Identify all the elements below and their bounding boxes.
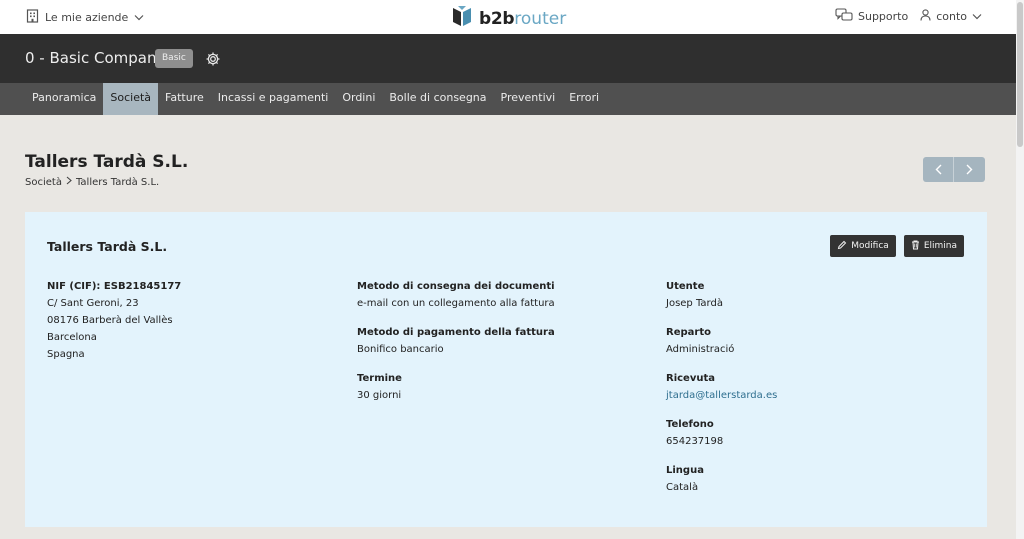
delivery-payment-column: Metodo di consegna dei documenti e-mail … bbox=[357, 278, 555, 416]
postal-city: 08176 Barberà del Vallès bbox=[47, 315, 173, 326]
brand-router: router bbox=[514, 9, 567, 29]
nav-incassi-pagamenti[interactable]: Incassi e pagamenti bbox=[211, 83, 336, 115]
breadcrumb: Società Tallers Tardà S.L. bbox=[25, 176, 159, 188]
scrollbar[interactable] bbox=[1016, 0, 1024, 539]
company-detail-card: Tallers Tardà S.L. Modifica Elimina NIF … bbox=[25, 212, 987, 527]
nif: NIF (CIF): ESB21845177 bbox=[47, 281, 182, 292]
my-companies-menu[interactable]: Le mie aziende bbox=[26, 9, 144, 26]
field-label: Telefono bbox=[666, 419, 714, 430]
support-label: Supporto bbox=[857, 10, 909, 23]
breadcrumb-societa[interactable]: Società bbox=[25, 177, 62, 188]
field-label: Utente bbox=[666, 281, 705, 292]
field-user: Utente Josep Tardà bbox=[666, 278, 777, 312]
building-icon bbox=[26, 9, 39, 26]
field-phone: Telefono 654237198 bbox=[666, 416, 777, 450]
field-department: Reparto Administració bbox=[666, 324, 777, 358]
street: C/ Sant Geroni, 23 bbox=[47, 298, 139, 309]
nav-societa[interactable]: Società bbox=[103, 83, 159, 115]
nav-panoramica[interactable]: Panoramica bbox=[25, 83, 103, 115]
next-button[interactable] bbox=[954, 157, 985, 182]
field-payment-method: Metodo di pagamento della fattura Bonifi… bbox=[357, 324, 555, 358]
chat-bubbles-icon bbox=[835, 8, 853, 25]
address-column: NIF (CIF): ESB21845177 C/ Sant Geroni, 2… bbox=[47, 278, 181, 363]
nav-errori[interactable]: Errori bbox=[562, 83, 606, 115]
delete-label: Elimina bbox=[923, 241, 957, 251]
page-title: Tallers Tardà S.L. bbox=[25, 152, 189, 172]
field-label: Ricevuta bbox=[666, 373, 716, 384]
field-label: Reparto bbox=[666, 327, 711, 338]
field-value: e-mail con un collegamento alla fattura bbox=[357, 298, 555, 309]
support-link[interactable]: Supporto bbox=[835, 8, 908, 25]
chevron-right-icon bbox=[966, 160, 973, 179]
contact-column: Utente Josep Tardà Reparto Administració… bbox=[666, 278, 777, 508]
company-bar: 0 - Basic Company Basic bbox=[0, 34, 1016, 83]
field-label: Lingua bbox=[666, 465, 704, 476]
field-language: Lingua Català bbox=[666, 462, 777, 496]
account-menu[interactable]: conto bbox=[920, 9, 982, 24]
field-receipt: Ricevuta jtarda@tallerstarda.es bbox=[666, 370, 777, 404]
account-label: conto bbox=[936, 10, 967, 23]
company-name[interactable]: 0 - Basic Company bbox=[25, 49, 165, 67]
breadcrumb-current: Tallers Tardà S.L. bbox=[75, 176, 160, 188]
record-pager bbox=[923, 157, 985, 182]
field-label: Metodo di pagamento della fattura bbox=[357, 327, 555, 338]
province: Barcelona bbox=[47, 332, 97, 343]
delete-button[interactable]: Elimina bbox=[903, 235, 964, 257]
field-label: Metodo di consegna dei documenti bbox=[357, 281, 555, 292]
nav-ordini[interactable]: Ordini bbox=[335, 83, 382, 115]
field-value: 654237198 bbox=[666, 436, 724, 447]
field-delivery-method: Metodo di consegna dei documenti e-mail … bbox=[357, 278, 555, 312]
nav-fatture[interactable]: Fatture bbox=[158, 83, 211, 115]
previous-button[interactable] bbox=[923, 157, 954, 182]
field-value: Català bbox=[666, 482, 699, 493]
nav-bolle-consegna[interactable]: Bolle di consegna bbox=[382, 83, 493, 115]
field-term: Termine 30 giorni bbox=[357, 370, 555, 404]
brand-b2b: b2b bbox=[479, 9, 515, 29]
my-companies-label: Le mie aziende bbox=[45, 11, 129, 24]
field-value: Josep Tardà bbox=[666, 298, 723, 309]
field-label: Termine bbox=[357, 373, 402, 384]
trash-icon bbox=[911, 240, 920, 253]
email-link[interactable]: jtarda@tallerstarda.es bbox=[666, 387, 777, 404]
edit-label: Modifica bbox=[851, 241, 889, 251]
scrollbar-thumb[interactable] bbox=[1017, 2, 1023, 147]
b2brouter-logo-icon bbox=[451, 5, 473, 33]
nav-preventivi[interactable]: Preventivi bbox=[494, 83, 563, 115]
chevron-left-icon bbox=[935, 160, 942, 179]
gear-icon[interactable] bbox=[205, 51, 221, 71]
pencil-icon bbox=[837, 240, 847, 253]
field-value: Bonifico bancario bbox=[357, 344, 444, 355]
card-title: Tallers Tardà S.L. bbox=[47, 239, 168, 254]
chevron-right-icon bbox=[66, 176, 72, 188]
brand-logo[interactable]: b2brouter bbox=[451, 5, 566, 33]
top-bar: Le mie aziende b2brouter Supporto conto bbox=[0, 0, 1016, 34]
country: Spagna bbox=[47, 349, 85, 360]
edit-button[interactable]: Modifica bbox=[830, 235, 896, 257]
field-value: 30 giorni bbox=[357, 390, 402, 401]
user-icon bbox=[920, 9, 931, 24]
chevron-down-icon bbox=[972, 10, 982, 23]
field-value: Administració bbox=[666, 344, 735, 355]
main-nav: Panoramica Società Fatture Incassi e pag… bbox=[0, 83, 1016, 115]
chevron-down-icon bbox=[134, 11, 144, 24]
plan-badge[interactable]: Basic bbox=[155, 49, 193, 68]
